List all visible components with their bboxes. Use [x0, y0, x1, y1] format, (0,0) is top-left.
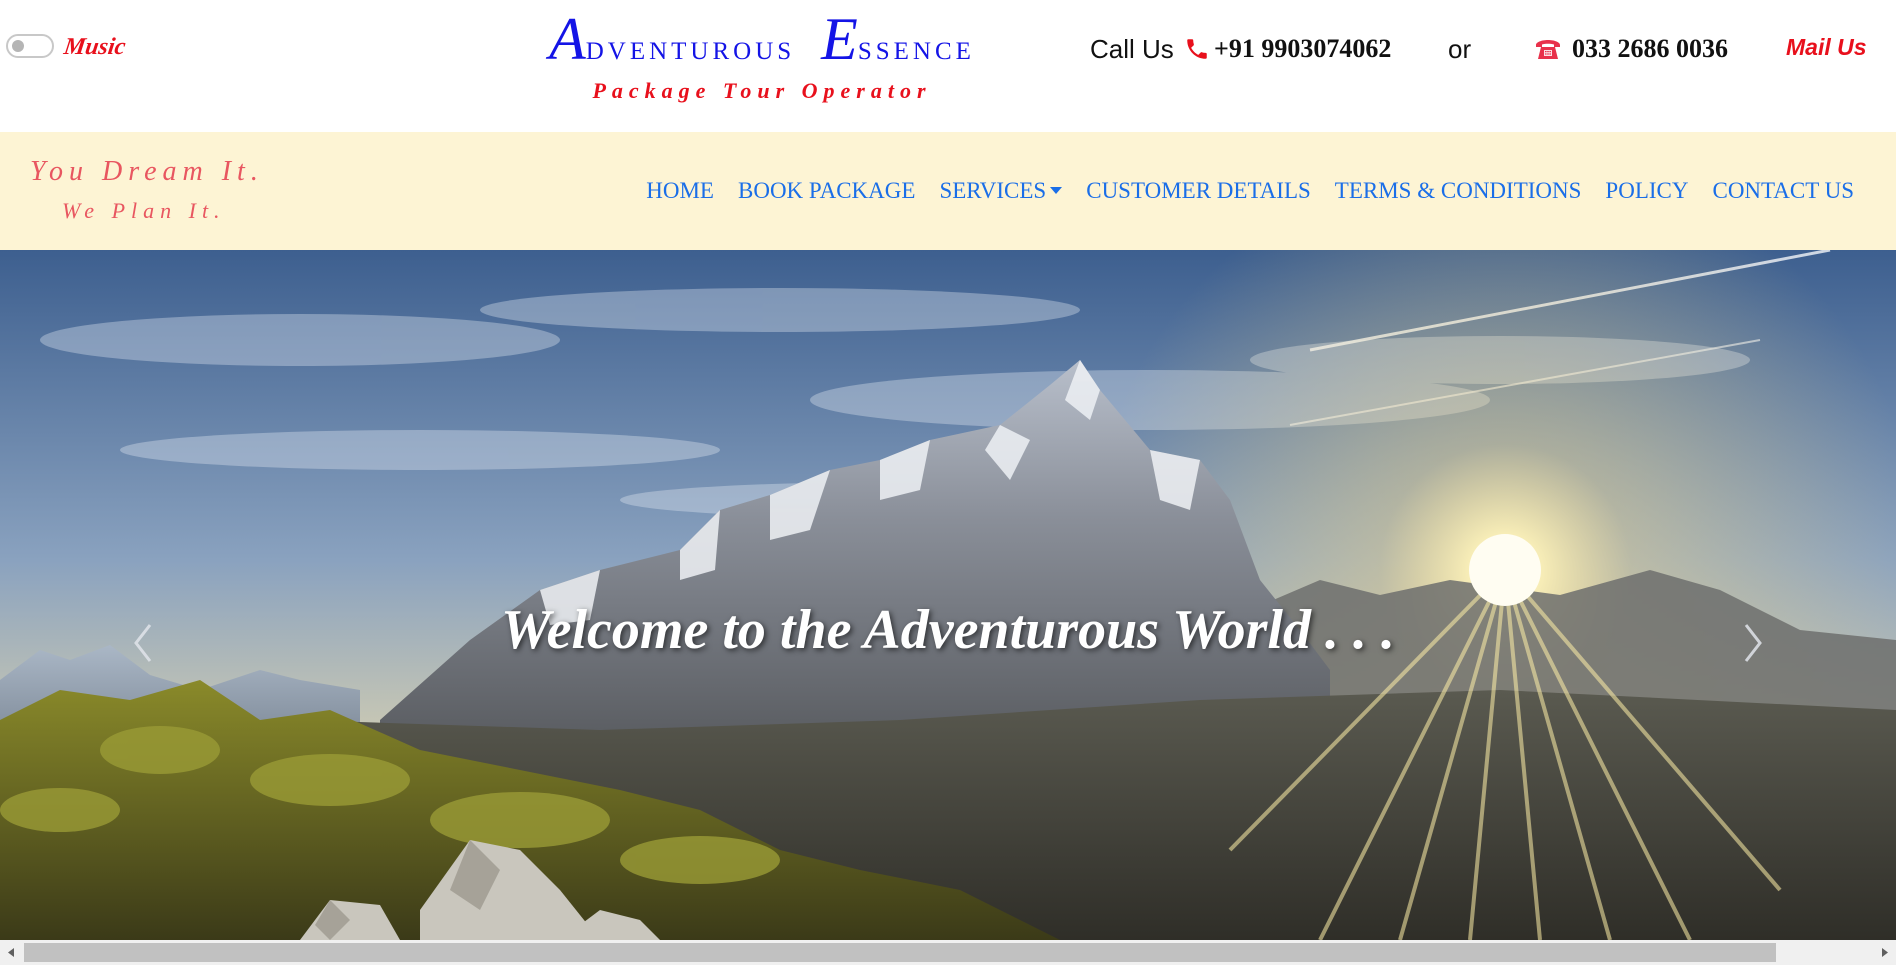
- telephone-icon: [1536, 40, 1560, 59]
- nav-item-terms-conditions[interactable]: TERMS & CONDITIONS: [1335, 178, 1582, 204]
- nav-item-services-label: SERVICES: [939, 178, 1047, 203]
- mail-us-link[interactable]: Mail Us: [1786, 34, 1867, 61]
- brand-logo[interactable]: Adventurous Essence Package Tour Operato…: [497, 6, 1027, 104]
- chevron-left-icon[interactable]: [124, 615, 164, 671]
- toggle-knob: [12, 40, 24, 52]
- hero-carousel: Welcome to the Adventurous World . . .: [0, 250, 1896, 940]
- tagline-line-1: You Dream It.: [30, 156, 264, 187]
- phone-handset-icon: [1187, 39, 1207, 59]
- brand-title-initial-e: E: [821, 6, 858, 72]
- brand-title-word-2: ssence: [857, 27, 975, 67]
- mobile-number-link[interactable]: +91 9903074062: [1214, 34, 1391, 64]
- or-separator: or: [1448, 34, 1472, 64]
- top-header: Music Adventurous Essence Package Tour O…: [0, 0, 1896, 132]
- nav-item-services-dropdown[interactable]: SERVICES: [939, 178, 1063, 204]
- music-label: Music: [62, 34, 128, 60]
- main-navbar: You Dream It. We Plan It. HOME BOOK PACK…: [0, 132, 1896, 250]
- brand-title: Adventurous Essence: [497, 6, 1027, 80]
- brand-title-initial-a: A: [549, 6, 586, 72]
- nav-item-contact-us[interactable]: CONTACT US: [1712, 178, 1854, 204]
- nav-menu: HOME BOOK PACKAGE SERVICES CUSTOMER DETA…: [646, 178, 1854, 204]
- caret-down-icon: [1050, 187, 1063, 195]
- landline-number-link[interactable]: 033 2686 0036: [1572, 34, 1728, 64]
- tagline-line-2: We Plan It.: [62, 198, 226, 223]
- horizontal-scrollbar[interactable]: [0, 940, 1896, 965]
- hero-mountain-image: [0, 250, 1896, 940]
- brand-title-word-1: dventurous: [585, 27, 796, 67]
- music-toggle-switch[interactable]: [6, 34, 54, 58]
- scroll-right-arrow-icon[interactable]: [1872, 940, 1896, 965]
- call-us-label: Call Us: [1090, 34, 1174, 64]
- hero-caption: Welcome to the Adventurous World . . .: [501, 599, 1395, 661]
- scroll-left-arrow-icon[interactable]: [0, 940, 24, 965]
- nav-item-book-package[interactable]: BOOK PACKAGE: [738, 178, 915, 204]
- brand-subtitle: Package Tour Operator: [592, 78, 932, 103]
- chevron-right-icon[interactable]: [1732, 615, 1772, 671]
- scrollbar-thumb[interactable]: [24, 943, 1776, 962]
- nav-item-policy[interactable]: POLICY: [1605, 178, 1688, 204]
- nav-item-customer-details[interactable]: CUSTOMER DETAILS: [1086, 178, 1311, 204]
- nav-item-home[interactable]: HOME: [646, 178, 714, 204]
